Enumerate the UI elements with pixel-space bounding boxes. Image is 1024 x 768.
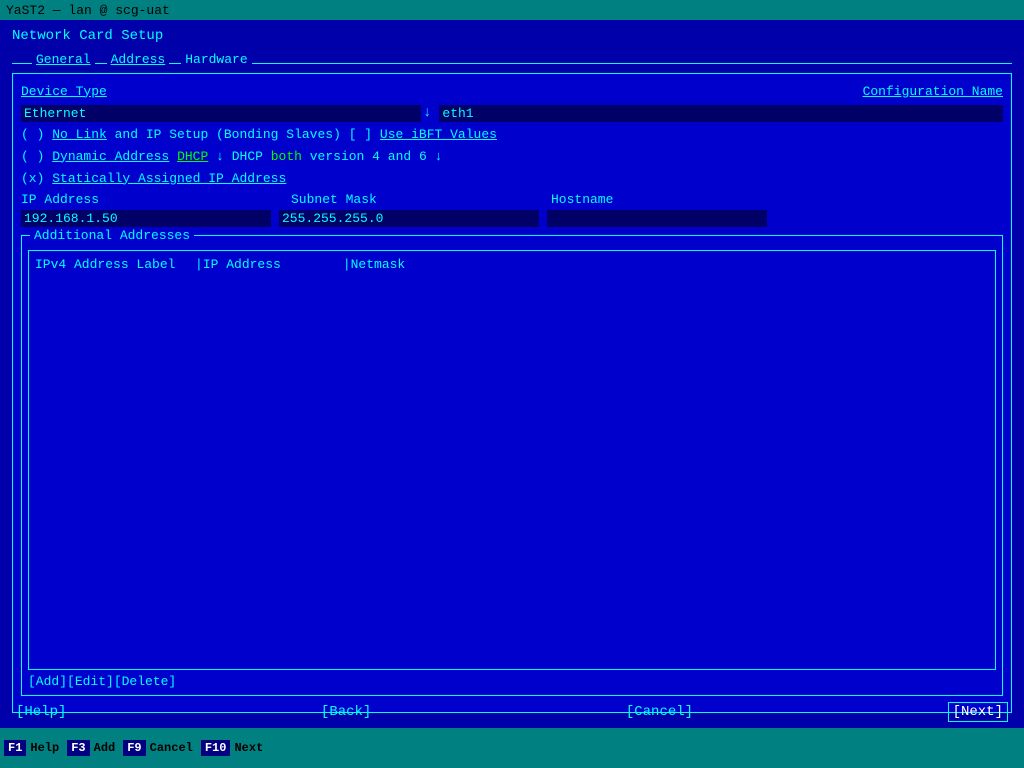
fkey-f10-label: Next [230, 740, 267, 756]
config-name-label: Configuration Name [863, 84, 1003, 99]
device-type-input[interactable] [21, 105, 421, 122]
no-link-and: and [107, 127, 146, 142]
fkey-f9-num: F9 [123, 740, 145, 756]
use-ibft-text: Use iBFT Values [380, 127, 497, 142]
no-link-rest: IP Setup (Bonding Slaves) [146, 127, 341, 142]
tab-section: General Address Hardware [12, 52, 1012, 67]
next-button[interactable]: [Next] [948, 702, 1008, 722]
no-link-label: No Link [52, 127, 107, 142]
col-headers-row: IP Address Subnet Mask Hostname [21, 192, 1003, 207]
fkey-bar: F1 Help F3 Add F9 Cancel F10 Next [0, 728, 1024, 768]
dynamic-address-label: Dynamic Address [52, 149, 169, 164]
fkey-f9-label: Cancel [146, 740, 197, 756]
device-type-label: Device Type [21, 84, 241, 99]
address-table: IPv4 Address Label | IP Address | Netmas… [28, 250, 996, 670]
title-bar: YaST2 — lan @ scg-uat [0, 0, 1024, 20]
th-ip-addr: IP Address [203, 257, 343, 272]
form-area: Device Type Configuration Name ↓ ( ) No … [12, 73, 1012, 713]
radio-static[interactable]: (x) Statically Assigned IP Address [21, 171, 286, 186]
add-button[interactable]: [Add] [28, 674, 67, 689]
help-button[interactable]: [Help] [16, 704, 66, 720]
back-button[interactable]: [Back] [321, 704, 371, 720]
hostname-input[interactable] [547, 210, 767, 227]
tab-line-right [252, 63, 1012, 64]
fkey-f3-num: F3 [67, 740, 89, 756]
fkey-f10[interactable]: F10 Next [201, 740, 267, 756]
table-header-row: IPv4 Address Label | IP Address | Netmas… [35, 255, 989, 274]
title-text: YaST2 — lan @ scg-uat [6, 3, 170, 18]
fkey-f1-num: F1 [4, 740, 26, 756]
tab-hardware[interactable]: Hardware [181, 52, 251, 67]
fkey-f9[interactable]: F9 Cancel [123, 740, 197, 756]
th-netmask: Netmask [351, 257, 989, 272]
dhcp-rest: DHCP both version 4 and 6 [232, 149, 427, 164]
fkey-f10-num: F10 [201, 740, 231, 756]
action-buttons: [Add][Edit][Delete] [28, 674, 996, 689]
dhcp-trailing: ↓ [435, 149, 443, 164]
subnet-mask-input[interactable] [279, 210, 539, 227]
radio-no-link[interactable]: ( ) No Link and IP Setup (Bonding Slaves… [21, 127, 497, 142]
additional-title: Additional Addresses [30, 228, 194, 243]
device-config-row: Device Type Configuration Name [21, 82, 1003, 100]
col-ip-label: IP Address [21, 192, 291, 207]
additional-addresses-section: Additional Addresses IPv4 Address Label … [21, 235, 1003, 696]
col-subnet-label: Subnet Mask [291, 192, 551, 207]
static-label: Statically Assigned IP Address [52, 171, 286, 186]
ibft-bracket: [ ] [349, 127, 380, 142]
config-name-input[interactable] [439, 105, 1003, 122]
tab-sep-1 [95, 63, 107, 64]
device-type-dropdown-arrow[interactable]: ↓ [423, 105, 431, 121]
fkey-f1[interactable]: F1 Help [4, 740, 63, 756]
col-hostname-label: Hostname [551, 192, 613, 207]
th-ipv4-label: IPv4 Address Label [35, 257, 195, 272]
radio-static-prefix: (x) [21, 171, 52, 186]
radio-no-link-row: ( ) No Link and IP Setup (Bonding Slaves… [21, 126, 1003, 144]
device-input-row: ↓ [21, 104, 1003, 122]
cancel-button[interactable]: [Cancel] [626, 704, 693, 720]
ip-subnet-hostname-row [21, 209, 1003, 227]
page-title: Network Card Setup [12, 28, 1012, 44]
dhcp-dropdown-arrow[interactable]: ↓ [216, 149, 224, 164]
main-content: Network Card Setup General Address Hardw… [0, 20, 1024, 728]
tab-line-left [12, 63, 32, 64]
edit-button[interactable]: [Edit] [67, 674, 114, 689]
tab-address[interactable]: Address [107, 52, 170, 67]
radio-no-link-prefix: ( ) [21, 127, 52, 142]
tab-general[interactable]: General [32, 52, 95, 67]
fkey-f1-label: Help [26, 740, 63, 756]
delete-button[interactable]: [Delete] [114, 674, 176, 689]
radio-dynamic[interactable]: ( ) Dynamic Address DHCP ↓ DHCP both ver… [21, 149, 442, 164]
fkey-f3-label: Add [90, 740, 120, 756]
radio-static-row: (x) Statically Assigned IP Address [21, 170, 1003, 188]
radio-dynamic-prefix: ( ) [21, 149, 52, 164]
button-bar: [Help] [Back] [Cancel] [Next] [0, 696, 1024, 728]
ip-address-input[interactable] [21, 210, 271, 227]
radio-dynamic-row: ( ) Dynamic Address DHCP ↓ DHCP both ver… [21, 148, 1003, 166]
tab-sep-2 [169, 63, 181, 64]
dhcp-value[interactable]: DHCP [177, 149, 208, 164]
fkey-f3[interactable]: F3 Add [67, 740, 119, 756]
